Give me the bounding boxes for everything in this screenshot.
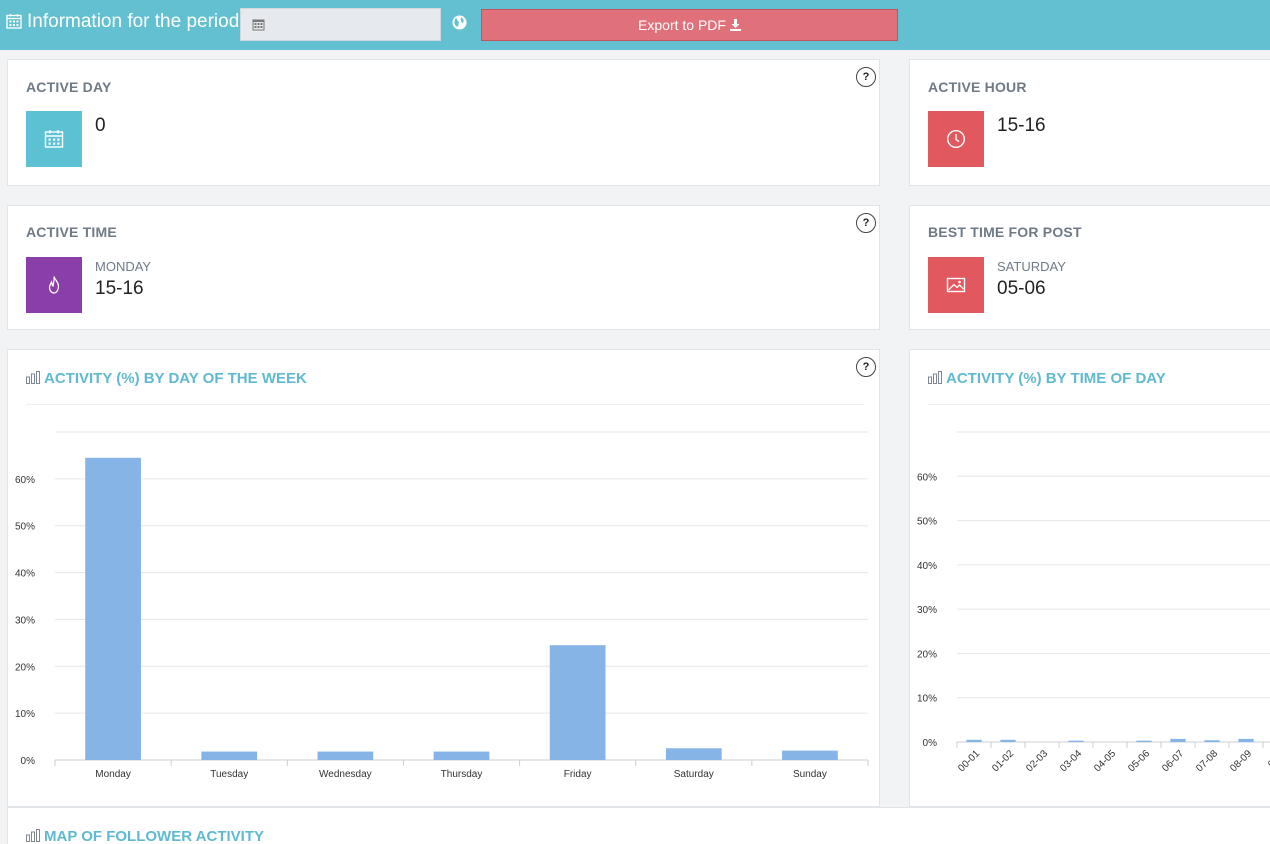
- x-tick-label: Monday: [95, 769, 131, 780]
- x-tick-label: 02-03: [1024, 748, 1050, 774]
- active-hour-card: ACTIVE HOUR 15-16: [909, 59, 1270, 186]
- y-tick-label: 60%: [15, 475, 35, 486]
- active-time-tile: [26, 257, 82, 313]
- y-tick-label: 30%: [15, 615, 35, 626]
- x-tick-label: 09-1: [1266, 748, 1270, 770]
- card-title: BEST TIME FOR POST: [928, 224, 1082, 240]
- x-tick-label: Wednesday: [319, 769, 372, 780]
- active-time-card: ACTIVE TIME ? MONDAY 15-16: [7, 205, 880, 330]
- bar[interactable]: [1000, 739, 1016, 742]
- y-tick-label: 30%: [917, 605, 937, 616]
- bar-chart-by-day: 0% 10% 20% 30% 40% 50% 60% Monday Tuesday Wednesd…: [15, 431, 869, 780]
- best-time-day: SATURDAY: [997, 259, 1066, 274]
- page-title: Information for the period:: [27, 11, 245, 32]
- export-pdf-label: Export to PDF: [638, 17, 726, 33]
- help-button[interactable]: ?: [856, 67, 876, 87]
- y-tick-label: 40%: [917, 561, 937, 572]
- x-tick-label: 00-01: [956, 748, 982, 774]
- activity-by-hour-card: ACTIVITY (%) BY TIME OF DAY 0% 10% 20% 30% 4…: [909, 349, 1270, 807]
- y-tick-label: 50%: [917, 517, 937, 528]
- bar[interactable]: [782, 750, 838, 760]
- y-tick-label: 10%: [917, 694, 937, 705]
- y-tick-label: 0%: [21, 756, 36, 767]
- bar[interactable]: [966, 739, 982, 742]
- x-tick-label: 05-06: [1126, 748, 1152, 774]
- x-tick-label: 06-07: [1160, 748, 1186, 774]
- y-tick-label: 0%: [923, 738, 938, 749]
- bar-chart-icon: [26, 829, 40, 842]
- best-time-value: 05-06: [997, 278, 1046, 299]
- map-title: MAP OF FOLLOWER ACTIVITY: [44, 828, 264, 844]
- help-button[interactable]: ?: [856, 213, 876, 233]
- bar[interactable]: [1170, 738, 1186, 742]
- x-tick-label: 04-05: [1092, 748, 1118, 774]
- best-time-card: BEST TIME FOR POST SATURDAY 05-06: [909, 205, 1270, 330]
- y-tick-label: 50%: [15, 522, 35, 533]
- active-day-value: 0: [95, 115, 106, 136]
- calendar-icon: [6, 14, 22, 29]
- active-day-card: ACTIVE DAY ? 0: [7, 59, 880, 186]
- card-title: ACTIVE DAY: [26, 79, 112, 95]
- active-time-day: MONDAY: [95, 259, 152, 274]
- active-hour-tile: [928, 111, 984, 167]
- bar[interactable]: [665, 748, 722, 760]
- bar[interactable]: [317, 751, 374, 760]
- active-day-tile: [26, 111, 82, 167]
- x-tick-label: Friday: [564, 769, 592, 780]
- x-tick-label: 07-08: [1194, 748, 1220, 774]
- follower-map-card: MAP OF FOLLOWER ACTIVITY: [7, 807, 1270, 844]
- calendar-icon: [44, 130, 64, 148]
- x-tick-label: Sunday: [793, 769, 827, 780]
- active-time-value: 15-16: [95, 278, 144, 299]
- bar[interactable]: [85, 457, 141, 760]
- activity-by-day-card: ACTIVITY (%) BY DAY OF THE WEEK ? 0% 10% 2…: [7, 349, 880, 807]
- bar[interactable]: [1136, 740, 1152, 742]
- y-tick-label: 20%: [15, 662, 35, 673]
- bar[interactable]: [1204, 740, 1220, 742]
- x-tick-label: 03-04: [1058, 748, 1084, 774]
- download-icon: [729, 19, 741, 31]
- section-title: MAP OF FOLLOWER ACTIVITY: [26, 828, 264, 844]
- globe-icon[interactable]: [452, 15, 467, 30]
- y-tick-label: 20%: [917, 649, 937, 660]
- card-title: ACTIVE TIME: [26, 224, 117, 240]
- best-time-tile: [928, 257, 984, 313]
- top-bar: Information for the period: Export to PD…: [0, 0, 1270, 50]
- bar[interactable]: [1238, 738, 1254, 742]
- bar[interactable]: [201, 751, 258, 760]
- date-range-input[interactable]: [240, 8, 441, 41]
- clock-icon: [946, 129, 966, 149]
- card-title: ACTIVE HOUR: [928, 79, 1027, 95]
- x-tick-label: Thursday: [441, 769, 483, 780]
- x-tick-label: 01-02: [990, 748, 1016, 774]
- y-tick-label: 40%: [15, 569, 35, 580]
- x-tick-label: Saturday: [674, 769, 714, 780]
- bar[interactable]: [1068, 740, 1084, 742]
- y-tick-label: 60%: [917, 472, 937, 483]
- x-tick-label: Tuesday: [210, 769, 248, 780]
- flame-icon: [48, 276, 60, 294]
- bar[interactable]: [549, 645, 606, 760]
- x-tick-label: 08-09: [1228, 748, 1254, 774]
- bar-chart-by-hour: 0% 10% 20% 30% 40% 50% 60% 00-01 01-02 02-03 03-04…: [917, 431, 1270, 774]
- calendar-icon: [252, 19, 265, 31]
- image-icon: [946, 277, 966, 293]
- bar[interactable]: [433, 751, 490, 760]
- export-pdf-button[interactable]: Export to PDF: [481, 9, 898, 41]
- y-tick-label: 10%: [15, 709, 35, 720]
- active-hour-value: 15-16: [997, 115, 1046, 136]
